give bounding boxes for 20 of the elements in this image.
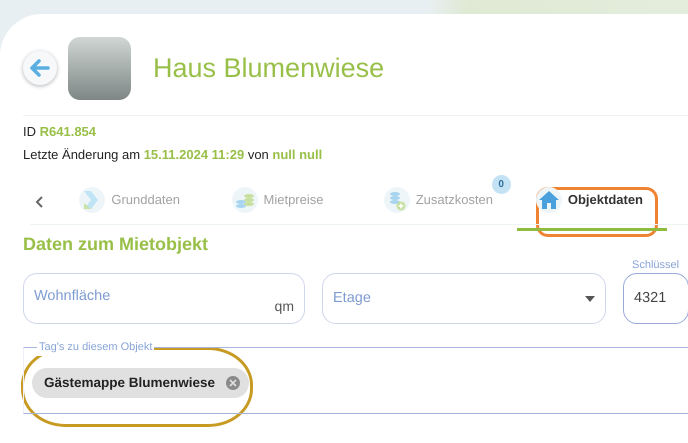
chevron-mark-icon (79, 186, 106, 212)
input-field[interactable]: 4321 (623, 273, 688, 324)
meta-line: Letzte Änderung am 15.11.2024 11:29 von null null (23, 146, 324, 164)
arrow-left-icon (30, 59, 50, 77)
count-badge: 0 (492, 175, 511, 194)
house-icon (536, 186, 562, 212)
dropdown-caret-icon (585, 296, 595, 302)
input-field[interactable]: Wohnfläche qm (23, 273, 305, 324)
page-title: Haus Blumenwiese (153, 52, 384, 84)
remove-icon[interactable] (225, 375, 242, 391)
back-button[interactable] (23, 51, 57, 85)
coins-plus-icon (384, 186, 410, 212)
tab[interactable]: Objektdaten (536, 179, 678, 223)
field-label: Tag's zu diesem Objekt (37, 339, 154, 356)
tag-chip[interactable]: Gästemappe Blumenwiese (32, 368, 250, 398)
unit-label: qm (274, 297, 294, 316)
photo-placeholder (68, 36, 131, 100)
meta-line: ID R641.854 (23, 123, 98, 141)
section-title: Daten zum Mietobjekt (23, 233, 210, 256)
coins-icon (232, 186, 258, 212)
